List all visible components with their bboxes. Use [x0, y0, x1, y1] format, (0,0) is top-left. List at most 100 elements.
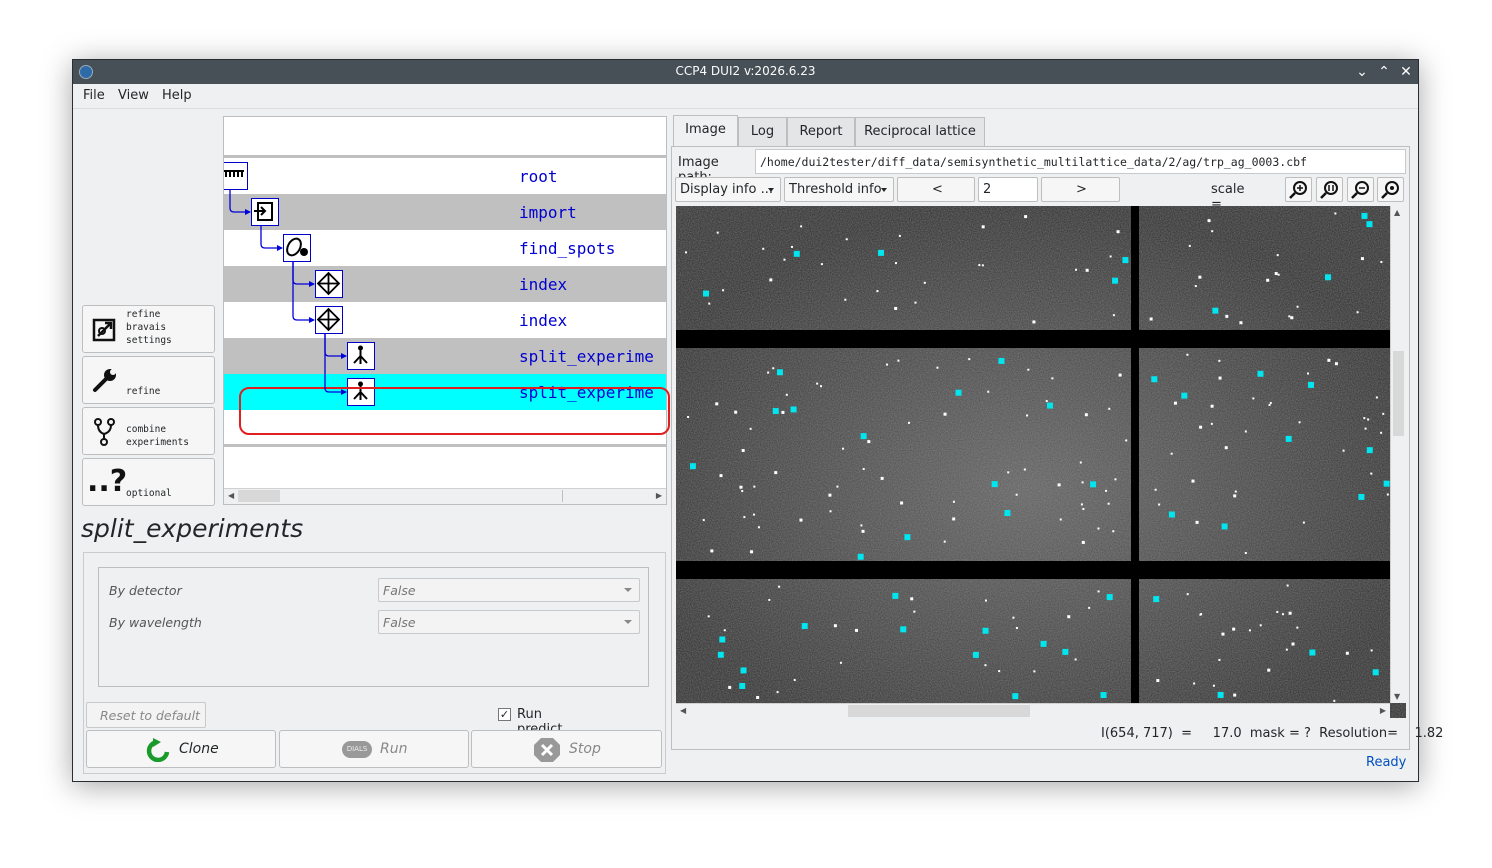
diffraction-spot [898, 234, 901, 237]
indexed-spot-marker [1004, 510, 1011, 517]
zoom-out-button[interactable] [1347, 177, 1374, 202]
tab-reciprocal-lattice[interactable]: Reciprocal lattice [855, 117, 985, 147]
image-horizontal-scrollbar[interactable]: ◀ ▶ [676, 703, 1390, 718]
diffraction-spot [978, 264, 981, 267]
diffraction-spot [1156, 679, 1160, 683]
diffraction-spot [1158, 503, 1161, 506]
diffraction-spot [762, 247, 765, 250]
threshold-info-dropdown[interactable]: Threshold info [784, 177, 894, 202]
image-number-input[interactable]: 2 [978, 177, 1038, 202]
close-icon[interactable]: ✕ [1396, 62, 1416, 82]
indexed-spot-marker [1212, 307, 1219, 314]
diffraction-spot [1282, 613, 1285, 616]
indexed-spot-marker [1046, 402, 1053, 409]
prev-image-button[interactable]: < [897, 177, 975, 202]
tab-report[interactable]: Report [787, 117, 855, 147]
diffraction-spot [781, 410, 785, 414]
diffraction-spot [1118, 373, 1122, 377]
optional-button[interactable]: ..? optional [82, 458, 215, 506]
diffraction-spot [1080, 503, 1083, 506]
diffraction-spot [952, 500, 955, 503]
tree-connectors [229, 190, 347, 395]
diffraction-canvas[interactable] [676, 206, 1406, 718]
diffraction-spot [1248, 629, 1251, 632]
menu-bar: File View Help [73, 84, 1418, 109]
combo-value: False [383, 583, 416, 598]
next-image-button[interactable]: > [1041, 177, 1120, 202]
reset-to-default-button[interactable]: Reset to default [86, 702, 206, 728]
indexed-spot-marker [1221, 523, 1228, 530]
image-path-field[interactable]: /home/dui2tester/diff_data/semisynthetic… [755, 149, 1406, 174]
maximize-icon[interactable]: ⌃ [1374, 62, 1394, 82]
diffraction-spot [839, 661, 842, 664]
scroll-left-icon[interactable]: ◀ [228, 491, 234, 500]
scroll-down-icon[interactable]: ▼ [1394, 692, 1400, 701]
tab-image[interactable]: Image [673, 115, 738, 147]
scroll-right-icon[interactable]: ▶ [656, 491, 662, 500]
run-button[interactable]: DIALS Run [279, 730, 469, 768]
combine-experiments-button[interactable]: combine experiments [82, 407, 215, 455]
diffraction-spot [1218, 658, 1221, 661]
diffraction-spot [793, 678, 796, 681]
zoom-reset-button[interactable] [1377, 177, 1404, 202]
indexed-spot-marker [1285, 435, 1292, 442]
diffraction-spot [816, 382, 819, 385]
diffraction-image[interactable] [676, 206, 1406, 718]
diffraction-spot [728, 685, 732, 689]
scroll-left-icon[interactable]: ◀ [680, 706, 686, 715]
zoom-fit-button[interactable] [1316, 177, 1343, 202]
diffraction-spot [774, 471, 778, 475]
clone-button[interactable]: Clone [86, 730, 276, 768]
indexed-spot-marker [1100, 692, 1107, 699]
indexed-spot-marker [719, 636, 726, 643]
question-icon: ..? [87, 464, 128, 499]
diffraction-spot [1085, 268, 1089, 272]
zoom-out-icon [1351, 181, 1369, 199]
by-detector-select[interactable]: False [378, 578, 640, 602]
diffraction-spot [750, 550, 754, 554]
minimize-icon[interactable]: ⌄ [1352, 62, 1372, 82]
h-scroll-thumb[interactable] [848, 705, 1030, 717]
diffraction-spot [1296, 626, 1299, 629]
tree-connector [324, 334, 346, 393]
params-panel: By detector False By wavelength False [98, 567, 649, 687]
diffraction-spot [1057, 483, 1061, 487]
scroll-right-icon[interactable]: ▶ [1380, 706, 1386, 715]
menu-help[interactable]: Help [162, 88, 192, 103]
scroll-up-icon[interactable]: ▲ [1394, 208, 1400, 217]
diffraction-spot [1259, 624, 1262, 627]
tab-log[interactable]: Log [738, 117, 787, 147]
diffraction-spot [1067, 615, 1071, 619]
display-info-dropdown[interactable]: Display info ... [675, 177, 781, 202]
diffraction-spot [886, 363, 889, 366]
by-wavelength-select[interactable]: False [378, 610, 640, 634]
tree-horizontal-scrollbar[interactable]: ◀ ▶ [224, 488, 666, 504]
diffraction-spot [776, 691, 779, 694]
diffraction-spot [1380, 261, 1383, 264]
diffraction-spot [1116, 230, 1120, 234]
v-scroll-thumb[interactable] [1393, 351, 1404, 436]
menu-view[interactable]: View [118, 88, 149, 103]
stop-button[interactable]: Stop [471, 730, 662, 768]
diffraction-spot [1268, 403, 1271, 406]
diffraction-spot [842, 447, 845, 450]
diffraction-spot [1296, 305, 1299, 308]
workflow-tree[interactable]: root import find_spots index index split_expe… [223, 116, 667, 505]
menu-file[interactable]: File [83, 88, 105, 103]
diffraction-spot [1023, 468, 1026, 471]
diffraction-spot [1012, 616, 1015, 619]
diffraction-spot [1081, 540, 1085, 544]
refine-bravais-settings-button[interactable]: refine bravais settings [82, 305, 215, 353]
diffraction-spot [1195, 520, 1199, 524]
diffraction-spot [923, 281, 926, 284]
zoom-fit-icon [1320, 181, 1338, 199]
wrench-icon [93, 369, 116, 392]
next-label: > [1076, 182, 1087, 197]
zoom-in-button[interactable] [1285, 177, 1312, 202]
diffraction-spot [1198, 275, 1202, 279]
run-predict-checkbox[interactable]: ✓ [498, 708, 511, 721]
refine-button[interactable]: refine [82, 356, 215, 404]
scroll-thumb[interactable] [238, 490, 280, 502]
diffraction-spot [1125, 439, 1128, 442]
image-vertical-scrollbar[interactable]: ▲ ▼ [1390, 206, 1406, 703]
